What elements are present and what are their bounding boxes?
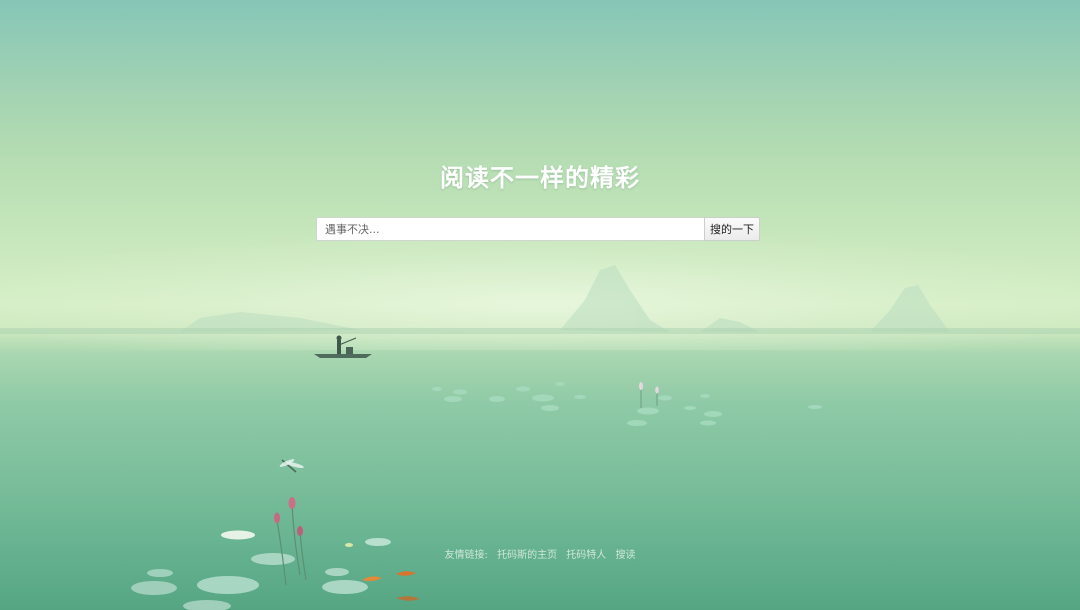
friend-link-soudu[interactable]: 搜读: [615, 550, 635, 561]
lake-landscape-illustration: [0, 265, 1080, 610]
lily-pads-foreground: [131, 530, 391, 610]
lotus-flowers-foreground: [274, 497, 307, 586]
friend-links-label: 友情链接:: [444, 550, 488, 561]
friend-link-tuomateren[interactable]: 托码特人: [566, 550, 606, 561]
friend-links-bar: 友情链接: 托码斯的主页 托码特人 搜读: [0, 546, 1080, 561]
dragonfly: [279, 459, 304, 473]
fisherman-boat: [314, 335, 372, 358]
distant-hills: [180, 265, 950, 332]
lily-pads-middle: [432, 382, 822, 426]
koi-fish: [362, 571, 420, 601]
search-input[interactable]: [316, 217, 704, 241]
search-button[interactable]: 搜的一下: [704, 217, 760, 241]
search-form: 搜的一下: [316, 217, 760, 241]
horizon-line: [0, 328, 1080, 334]
lotus-buds-middle: [639, 382, 659, 408]
friend-link-tuomasi-homepage[interactable]: 托码斯的主页: [497, 550, 557, 561]
page-title: 阅读不一样的精彩: [440, 164, 640, 192]
background-scene: 阅读不一样的精彩 搜的一下 友情链接: 托码斯的主页 托码特人 搜读: [0, 0, 1080, 610]
